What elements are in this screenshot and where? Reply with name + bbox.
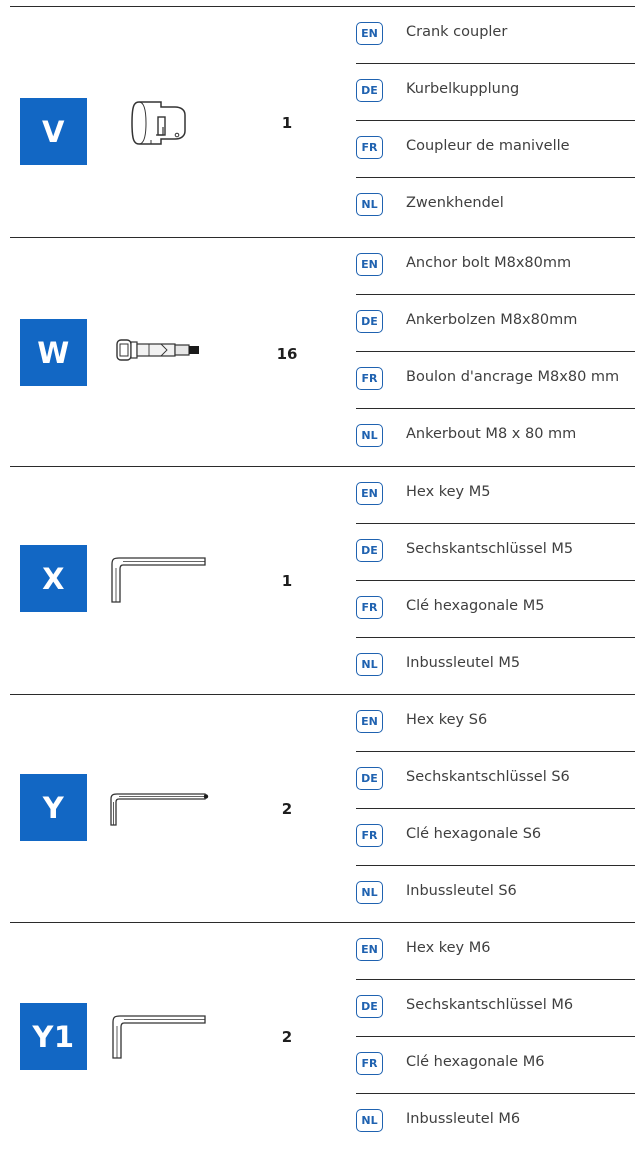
- language-code-fr: FR: [356, 136, 383, 159]
- name-divider: [356, 637, 635, 638]
- language-code-en: EN: [356, 253, 383, 276]
- name-divider: [356, 1093, 635, 1094]
- part-name: Zwenkhendel: [406, 195, 504, 211]
- name-row-en: EN Hex key S6: [356, 694, 635, 751]
- name-row-fr: FR Coupleur de manivelle: [356, 120, 635, 177]
- part-name: Coupleur de manivelle: [406, 138, 570, 154]
- part-name: Hex key S6: [406, 712, 488, 728]
- part-quantity: 1: [281, 572, 293, 590]
- crank-coupler-icon: [103, 88, 215, 158]
- language-code-nl: NL: [356, 1109, 383, 1132]
- name-row-de: DE Sechskantschlüssel S6: [356, 751, 635, 808]
- name-row-de: DE Kurbelkupplung: [356, 63, 635, 120]
- name-divider: [356, 120, 635, 121]
- part-name: Kurbelkupplung: [406, 81, 520, 97]
- part-row-y1: Y1 2 EN Hex key M6 DE Sechskantschlüssel…: [0, 922, 635, 1153]
- part-letter-badge: V: [20, 98, 87, 165]
- name-row-de: DE Ankerbolzen M8x80mm: [356, 294, 635, 351]
- name-divider: [356, 979, 635, 980]
- part-row-v: V 1 EN Crank coupler DE Kurbelkupplung F…: [0, 6, 635, 237]
- language-code-fr: FR: [356, 367, 383, 390]
- name-row-en: EN Crank coupler: [356, 6, 635, 63]
- part-row-x: X 1 EN Hex key M5 DE Sechskantschlüssel …: [0, 466, 635, 697]
- part-letter-badge: X: [20, 545, 87, 612]
- part-name: Hex key M5: [406, 484, 491, 500]
- part-letter-badge: Y: [20, 774, 87, 841]
- parts-list: V 1 EN Crank coupler DE Kurbelkupplung F…: [0, 0, 635, 1146]
- name-divider: [356, 523, 635, 524]
- name-divider: [356, 294, 635, 295]
- name-row-fr: FR Clé hexagonale M6: [356, 1036, 635, 1093]
- part-name: Clé hexagonale S6: [406, 826, 542, 842]
- name-row-de: DE Sechskantschlüssel M6: [356, 979, 635, 1036]
- language-code-de: DE: [356, 767, 383, 790]
- name-row-nl: NL Inbussleutel M5: [356, 637, 635, 694]
- hex-key-icon: [103, 546, 215, 616]
- language-code-de: DE: [356, 310, 383, 333]
- name-divider: [356, 751, 635, 752]
- name-row-nl: NL Inbussleutel M6: [356, 1093, 635, 1150]
- name-row-en: EN Hex key M6: [356, 922, 635, 979]
- name-row-fr: FR Clé hexagonale S6: [356, 808, 635, 865]
- hex-key-icon: [103, 1002, 215, 1072]
- part-name: Inbussleutel S6: [406, 883, 517, 899]
- language-code-fr: FR: [356, 596, 383, 619]
- part-name: Anchor bolt M8x80mm: [406, 255, 572, 271]
- language-code-nl: NL: [356, 881, 383, 904]
- name-row-fr: FR Clé hexagonale M5: [356, 580, 635, 637]
- name-row-de: DE Sechskantschlüssel M5: [356, 523, 635, 580]
- part-name: Ankerbout M8 x 80 mm: [406, 426, 577, 442]
- name-divider: [356, 63, 635, 64]
- part-name: Ankerbolzen M8x80mm: [406, 312, 578, 328]
- part-row-y: Y 2 EN Hex key S6 DE Sechskantschlüssel …: [0, 694, 635, 925]
- part-quantity: 2: [281, 1028, 293, 1046]
- part-name: Crank coupler: [406, 24, 508, 40]
- language-code-de: DE: [356, 995, 383, 1018]
- part-name: Clé hexagonale M6: [406, 1054, 545, 1070]
- name-row-nl: NL Zwenkhendel: [356, 177, 635, 234]
- part-name: Inbussleutel M6: [406, 1111, 521, 1127]
- part-name: Sechskantschlüssel M6: [406, 997, 574, 1013]
- language-code-de: DE: [356, 539, 383, 562]
- language-code-nl: NL: [356, 653, 383, 676]
- language-code-en: EN: [356, 938, 383, 961]
- hex-key-icon: [103, 776, 215, 846]
- part-quantity: 16: [276, 345, 298, 363]
- part-name: Clé hexagonale M5: [406, 598, 545, 614]
- language-code-en: EN: [356, 22, 383, 45]
- part-quantity: 2: [281, 800, 293, 818]
- part-name: Inbussleutel M5: [406, 655, 521, 671]
- part-name: Sechskantschlüssel M5: [406, 541, 574, 557]
- language-code-en: EN: [356, 482, 383, 505]
- name-divider: [356, 580, 635, 581]
- name-divider: [356, 865, 635, 866]
- name-divider: [356, 351, 635, 352]
- name-divider: [356, 408, 635, 409]
- language-code-fr: FR: [356, 1052, 383, 1075]
- name-row-fr: FR Boulon d'ancrage M8x80 mm: [356, 351, 635, 408]
- part-letter-badge: Y1: [20, 1003, 87, 1070]
- part-letter-badge: W: [20, 319, 87, 386]
- part-row-w: W 16 EN Anchor bolt M8x80mm DE Ankerbolz…: [0, 237, 635, 468]
- name-row-nl: NL Ankerbout M8 x 80 mm: [356, 408, 635, 465]
- name-divider: [356, 177, 635, 178]
- part-name: Hex key M6: [406, 940, 491, 956]
- part-name: Sechskantschlüssel S6: [406, 769, 570, 785]
- language-code-nl: NL: [356, 424, 383, 447]
- name-divider: [356, 808, 635, 809]
- language-code-en: EN: [356, 710, 383, 733]
- language-code-de: DE: [356, 79, 383, 102]
- name-row-nl: NL Inbussleutel S6: [356, 865, 635, 922]
- part-name: Boulon d'ancrage M8x80 mm: [406, 369, 620, 385]
- language-code-nl: NL: [356, 193, 383, 216]
- name-row-en: EN Hex key M5: [356, 466, 635, 523]
- name-divider: [356, 1036, 635, 1037]
- anchor-bolt-icon: [103, 315, 215, 385]
- part-quantity: 1: [281, 114, 293, 132]
- language-code-fr: FR: [356, 824, 383, 847]
- name-row-en: EN Anchor bolt M8x80mm: [356, 237, 635, 294]
